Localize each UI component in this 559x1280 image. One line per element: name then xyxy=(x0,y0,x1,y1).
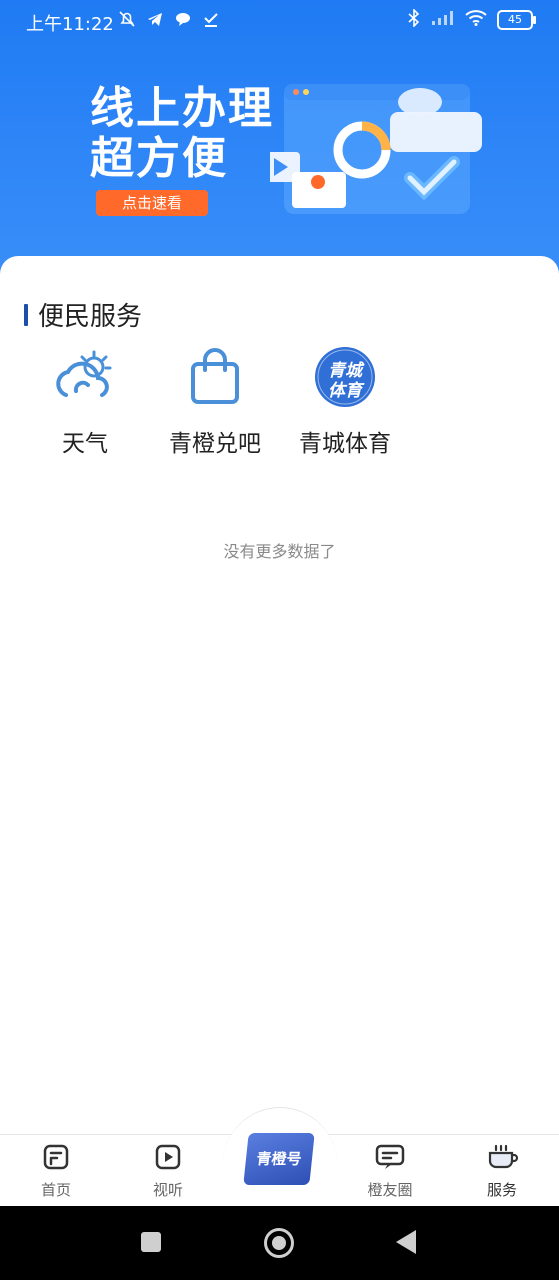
cup-icon xyxy=(488,1144,519,1169)
promo-banner[interactable]: 线上办理 超方便 点击速看 xyxy=(70,78,492,238)
recents-button[interactable] xyxy=(141,1232,161,1252)
bottom-tab-bar: 首页 视听 青橙号 橙友圈 服务 xyxy=(0,1107,559,1207)
weather-icon xyxy=(52,344,118,410)
svg-text:体育: 体育 xyxy=(328,381,365,401)
service-label: 天气 xyxy=(62,431,108,457)
service-label: 青橙兑吧 xyxy=(169,431,261,457)
tab-services[interactable]: 服务 xyxy=(462,1143,542,1200)
check-download-icon xyxy=(202,10,220,32)
banner-button[interactable]: 点击速看 xyxy=(96,190,208,216)
mute-bell-icon xyxy=(118,10,136,32)
service-weather[interactable]: 天气 xyxy=(20,344,150,458)
service-card: 便民服务 天气 青橙兑吧 青城 体育 青城体育 没有更多数据了 xyxy=(0,256,559,1134)
empty-hint: 没有更多数据了 xyxy=(223,542,336,561)
tab-media[interactable]: 视听 xyxy=(128,1143,208,1200)
status-time: 上午11:22 xyxy=(26,14,114,35)
home-button[interactable] xyxy=(264,1228,294,1258)
section-accent-bar xyxy=(24,303,28,326)
qingcheng-badge: 青橙号 xyxy=(255,1150,303,1168)
chat-bubble-icon xyxy=(174,10,192,32)
section-title: 便民服务 xyxy=(38,302,143,332)
status-bar: 上午11:22 45 xyxy=(0,0,559,44)
banner-title: 线上办理 超方便 xyxy=(90,83,274,184)
tab-home[interactable]: 首页 xyxy=(16,1143,96,1200)
shopping-bag-icon xyxy=(182,344,248,410)
service-label: 青城体育 xyxy=(299,431,391,457)
telegram-icon xyxy=(146,10,164,32)
bluetooth-icon xyxy=(407,8,421,31)
back-button[interactable] xyxy=(396,1230,416,1254)
section-header: 便民服务 xyxy=(24,296,142,333)
wifi-icon xyxy=(465,10,487,30)
service-qingcheng-duiba[interactable]: 青橙兑吧 xyxy=(150,344,280,458)
banner-illustration-icon xyxy=(270,84,482,214)
tab-friends[interactable]: 橙友圈 xyxy=(350,1143,430,1200)
chat-icon xyxy=(375,1144,405,1169)
tab-qingcheng-hao[interactable]: 青橙号 xyxy=(243,1133,315,1185)
signal-icon xyxy=(431,10,455,30)
sports-logo-icon: 青城 体育 xyxy=(312,344,378,410)
battery-icon: 45 xyxy=(497,10,536,30)
service-qingcheng-sports[interactable]: 青城 体育 青城体育 xyxy=(280,344,410,458)
svg-text:青城: 青城 xyxy=(328,361,365,381)
service-grid: 天气 青橙兑吧 青城 体育 青城体育 xyxy=(20,344,410,458)
system-navigation-bar xyxy=(0,1206,559,1280)
play-icon xyxy=(155,1144,181,1170)
home-icon xyxy=(43,1144,69,1170)
